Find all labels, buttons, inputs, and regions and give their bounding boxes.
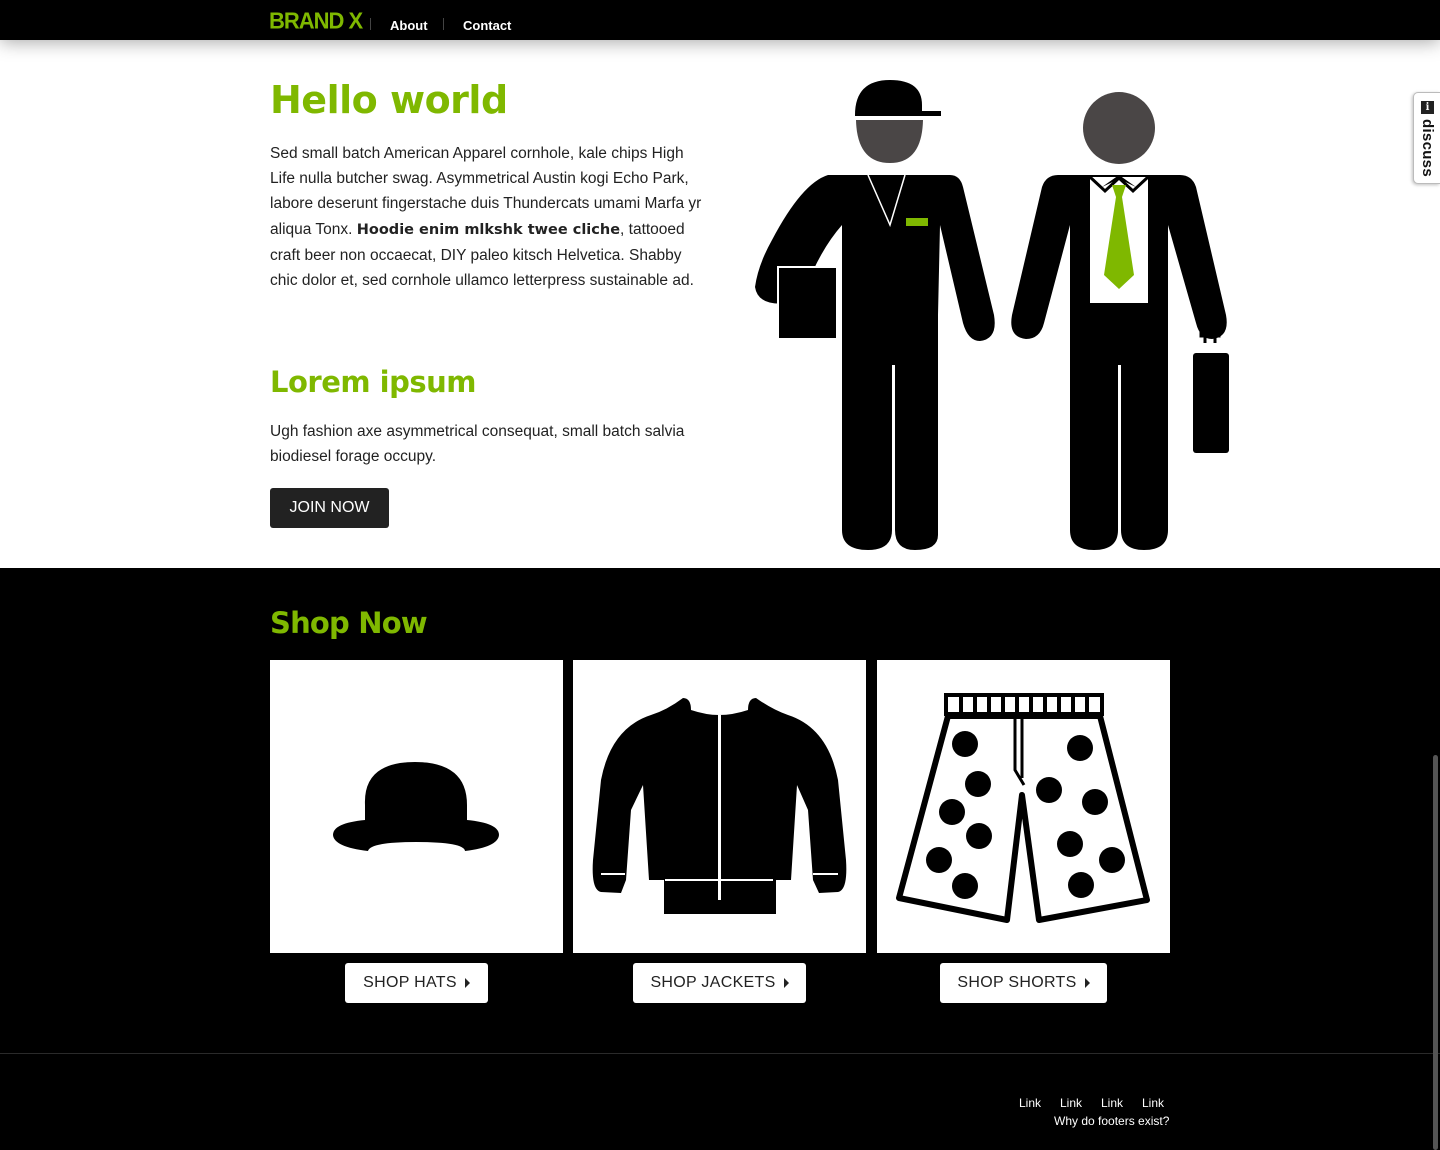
businessmen-illustration: [755, 80, 1229, 550]
businessman-with-tie-icon: [1011, 92, 1229, 550]
top-navbar: BRAND X About Contact: [0, 0, 1440, 40]
shop-shorts-button[interactable]: SHOP SHORTS: [940, 963, 1107, 1003]
hero-subparagraph: Ugh fashion axe asymmetrical consequat, …: [270, 423, 685, 466]
shorts-icon: [896, 693, 1150, 923]
shop-jackets-button[interactable]: SHOP JACKETS: [633, 963, 806, 1003]
shop-hats-label: SHOP HATS: [363, 974, 457, 991]
nav-link-contact[interactable]: Contact: [463, 18, 511, 33]
discuss-tab[interactable]: i discuss: [1413, 92, 1440, 184]
discuss-label: discuss: [1419, 119, 1436, 177]
businessman-with-cap-icon: [755, 80, 995, 550]
footer-link[interactable]: Link: [1101, 1096, 1123, 1110]
footer-link[interactable]: Link: [1060, 1096, 1082, 1110]
shop-hats-button[interactable]: SHOP HATS: [345, 963, 488, 1003]
caret-right-icon: [1084, 978, 1090, 988]
footer-divider: [0, 1053, 1440, 1054]
nav-divider: [370, 18, 371, 30]
shop-card-shorts[interactable]: [877, 660, 1170, 953]
footer-link[interactable]: Link: [1019, 1096, 1041, 1110]
caret-right-icon: [464, 978, 470, 988]
info-icon: i: [1421, 101, 1434, 114]
join-now-button[interactable]: JOIN NOW: [270, 488, 389, 528]
nav-divider: [443, 18, 444, 30]
hero-paragraph: Sed small batch American Apparel cornhol…: [270, 141, 710, 293]
caret-right-icon: [783, 978, 789, 988]
hero-subtitle: Lorem ipsum: [270, 365, 477, 399]
hero-title: Hello world: [270, 78, 508, 122]
bowler-hat-icon: [333, 762, 499, 851]
brand-logo[interactable]: BRAND X: [269, 7, 363, 34]
shop-card-hats[interactable]: [270, 660, 563, 953]
page-scrollbar[interactable]: [1433, 755, 1438, 1150]
shop-card-jackets[interactable]: [573, 660, 866, 953]
shop-shorts-label: SHOP SHORTS: [957, 974, 1077, 991]
shop-jackets-label: SHOP JACKETS: [650, 974, 776, 991]
hero-paragraph-bold: Hoodie enim mlkshk twee cliche: [356, 221, 621, 238]
footer-text: Why do footers exist?: [1054, 1114, 1170, 1128]
shop-title: Shop Now: [270, 606, 428, 640]
footer-link[interactable]: Link: [1142, 1096, 1164, 1110]
nav-link-about[interactable]: About: [390, 18, 428, 33]
jacket-icon: [592, 698, 847, 914]
